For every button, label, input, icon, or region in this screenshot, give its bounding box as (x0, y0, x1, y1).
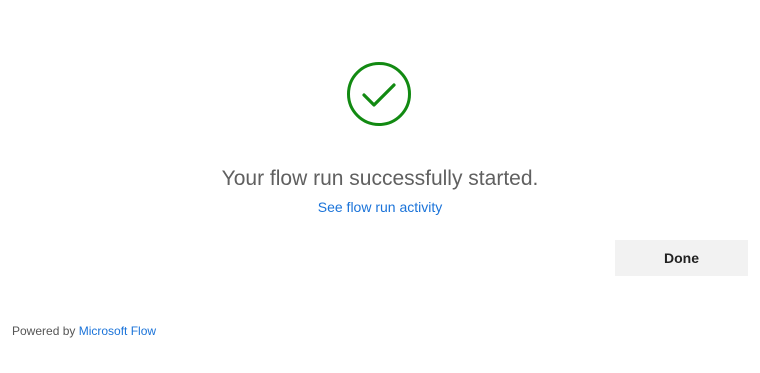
see-flow-run-activity-link[interactable]: See flow run activity (318, 199, 443, 215)
success-message: Your flow run successfully started. (221, 167, 539, 190)
microsoft-flow-link[interactable]: Microsoft Flow (79, 324, 156, 338)
footer: Powered by Microsoft Flow (12, 324, 156, 338)
done-button[interactable]: Done (615, 240, 748, 276)
powered-by-label: Powered by (12, 324, 79, 338)
checkmark-circle-icon (346, 61, 412, 127)
activity-link-container: See flow run activity (0, 199, 760, 215)
